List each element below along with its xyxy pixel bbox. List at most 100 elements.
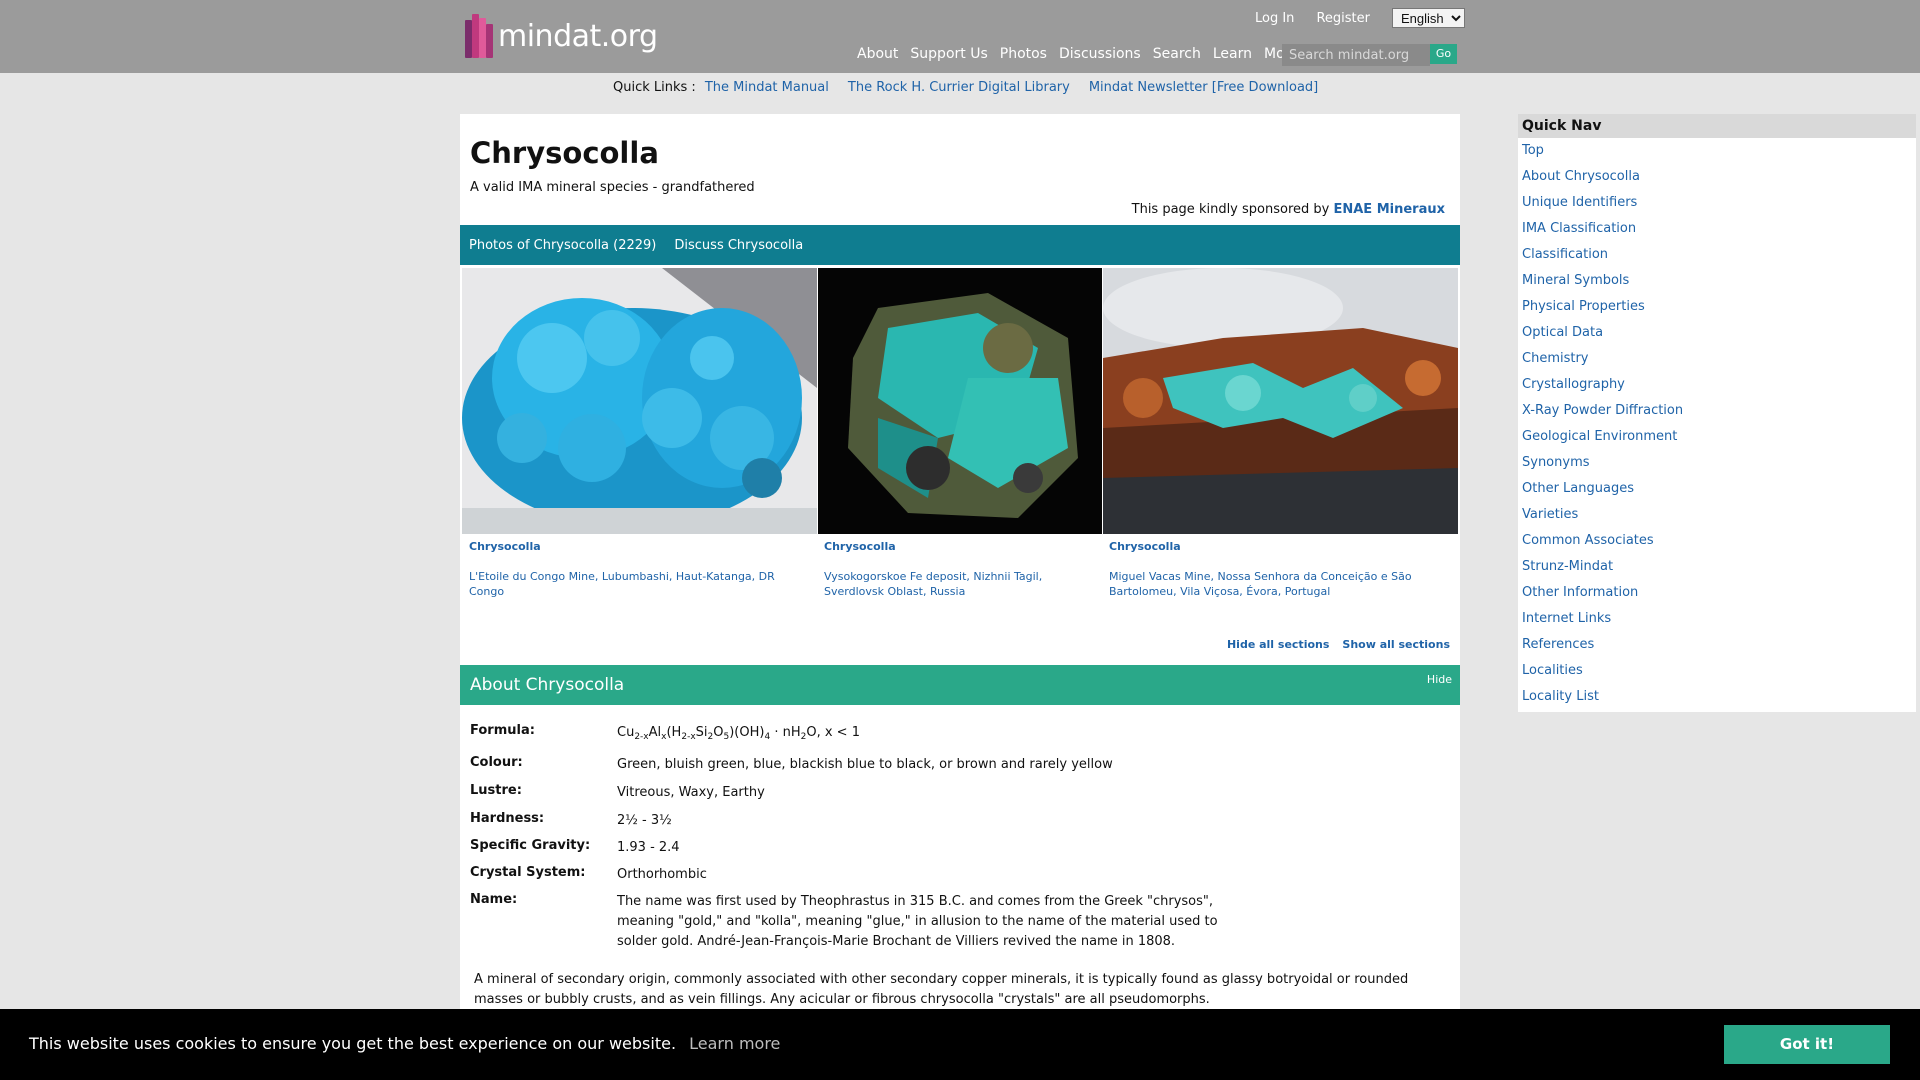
quick-nav-optical-data[interactable]: Optical Data — [1522, 325, 1603, 340]
quick-nav-chemistry[interactable]: Chemistry — [1522, 351, 1589, 366]
quick-nav-item[interactable]: Unique Identifiers — [1522, 190, 1916, 216]
quick-nav-top[interactable]: Top — [1522, 143, 1544, 158]
quick-nav-item[interactable]: Varieties — [1522, 502, 1916, 528]
mineral-page: Chrysocolla A valid IMA mineral species … — [460, 114, 1460, 1034]
quick-nav-item[interactable]: Physical Properties — [1522, 294, 1916, 320]
photo-2-title[interactable]: Chrysocolla — [824, 540, 1099, 553]
quick-links-label: Quick Links : — [613, 80, 696, 95]
quick-nav-item[interactable]: References — [1522, 632, 1916, 658]
name-value: The name was first used by Theophrastus … — [617, 894, 1218, 949]
quick-nav-references[interactable]: References — [1522, 637, 1594, 652]
hide-all-sections-link[interactable]: Hide all sections — [1227, 638, 1329, 651]
quick-nav-common-associates[interactable]: Common Associates — [1522, 533, 1654, 548]
cookie-message: This website uses cookies to ensure you … — [29, 1034, 677, 1053]
quick-nav-item[interactable]: Strunz-Mindat — [1522, 554, 1916, 580]
quick-nav-physical-properties[interactable]: Physical Properties — [1522, 299, 1645, 314]
quick-nav-item[interactable]: Localities — [1522, 658, 1916, 684]
photo-2[interactable] — [818, 268, 1102, 534]
quick-nav-item[interactable]: Locality List — [1522, 684, 1916, 710]
quick-nav-item[interactable]: Internet Links — [1522, 606, 1916, 632]
quick-nav-item[interactable]: Other Languages — [1522, 476, 1916, 502]
quick-nav-item[interactable]: Geological Environment — [1522, 424, 1916, 450]
quick-nav-item[interactable]: Common Associates — [1522, 528, 1916, 554]
quick-nav-item[interactable]: X-Ray Powder Diffraction — [1522, 398, 1916, 424]
page-title: Chrysocolla — [470, 136, 659, 170]
search-go-button[interactable]: Go — [1430, 44, 1457, 64]
show-all-sections-link[interactable]: Show all sections — [1342, 638, 1450, 651]
quick-nav-item[interactable]: Crystallography — [1522, 372, 1916, 398]
quick-nav-item[interactable]: Classification — [1522, 242, 1916, 268]
nav-photos[interactable]: Photos — [1000, 46, 1047, 62]
quick-nav-mineral-symbols[interactable]: Mineral Symbols — [1522, 273, 1629, 288]
nav-discussions[interactable]: Discussions — [1059, 46, 1141, 62]
sponsor-note: This page kindly sponsored by ENAE Miner… — [1132, 202, 1445, 217]
about-description: A mineral of secondary origin, commonly … — [474, 972, 1409, 1007]
quick-nav-crystallography[interactable]: Crystallography — [1522, 377, 1625, 392]
nav-learn[interactable]: Learn — [1213, 46, 1252, 62]
register-link[interactable]: Register — [1316, 11, 1370, 26]
search-input[interactable] — [1282, 44, 1430, 66]
quick-nav-item[interactable]: About Chrysocolla — [1522, 164, 1916, 190]
login-link[interactable]: Log In — [1255, 11, 1294, 26]
quick-nav-unique-identifiers[interactable]: Unique Identifiers — [1522, 195, 1637, 210]
nav-search[interactable]: Search — [1153, 46, 1201, 62]
photo-3-location[interactable]: Miguel Vacas Mine, Nossa Senhora da Conc… — [1109, 569, 1454, 599]
sponsor-text: This page kindly sponsored by — [1131, 202, 1330, 217]
colour-value: Green, bluish green, blue, blackish blue… — [617, 757, 1113, 772]
hardness-row: Hardness: 2½ - 3½ — [470, 811, 1257, 831]
nav-about[interactable]: About — [857, 46, 898, 62]
quick-nav-item[interactable]: Synonyms — [1522, 450, 1916, 476]
quick-nav-xray-powder-diffraction[interactable]: X-Ray Powder Diffraction — [1522, 403, 1683, 418]
photo-3-caption: Chrysocolla Miguel Vacas Mine, Nossa Sen… — [1109, 540, 1454, 599]
quick-nav-varieties[interactable]: Varieties — [1522, 507, 1578, 522]
quick-link-digital-library[interactable]: The Rock H. Currier Digital Library — [848, 80, 1070, 95]
quick-nav-localities[interactable]: Localities — [1522, 663, 1583, 678]
photo-1[interactable] — [462, 268, 817, 534]
photo-2-image — [818, 268, 1102, 534]
crystal-system-label: Crystal System: — [470, 865, 586, 880]
sponsor-link[interactable]: ENAE Mineraux — [1333, 202, 1445, 217]
specific-gravity-value: 1.93 - 2.4 — [617, 840, 680, 855]
quick-links-bar: Quick Links : The Mindat Manual The Rock… — [613, 80, 1318, 95]
quick-nav-item[interactable]: IMA Classification — [1522, 216, 1916, 242]
about-section-title: About Chrysocolla — [470, 675, 625, 695]
quick-nav-strunz-mindat[interactable]: Strunz-Mindat — [1522, 559, 1613, 574]
tab-photos[interactable]: Photos of Chrysocolla (2229) — [469, 238, 656, 253]
quick-nav-synonyms[interactable]: Synonyms — [1522, 455, 1590, 470]
photo-1-title[interactable]: Chrysocolla — [469, 540, 809, 553]
photo-3[interactable] — [1103, 268, 1458, 534]
colour-row: Colour: Green, bluish green, blue, black… — [470, 755, 1257, 775]
quick-nav: Quick Nav Top About Chrysocolla Unique I… — [1518, 114, 1916, 712]
quick-nav-geological-environment[interactable]: Geological Environment — [1522, 429, 1677, 444]
page-subtitle: A valid IMA mineral species - grandfathe… — [470, 180, 755, 195]
cookie-accept-button[interactable]: Got it! — [1724, 1025, 1890, 1064]
tab-discuss[interactable]: Discuss Chrysocolla — [674, 238, 803, 253]
quick-nav-item[interactable]: Mineral Symbols — [1522, 268, 1916, 294]
section-controls: Hide all sections Show all sections — [1227, 638, 1450, 651]
formula-row: Formula: Cu2-xAlx(H2-xSi2O5)(OH)4 · nH2O… — [470, 723, 1257, 747]
quick-nav-item[interactable]: Chemistry — [1522, 346, 1916, 372]
quick-nav-classification[interactable]: Classification — [1522, 247, 1608, 262]
quick-nav-other-languages[interactable]: Other Languages — [1522, 481, 1634, 496]
quick-link-newsletter[interactable]: Mindat Newsletter [Free Download] — [1089, 80, 1318, 95]
lustre-value: Vitreous, Waxy, Earthy — [617, 785, 765, 800]
quick-nav-internet-links[interactable]: Internet Links — [1522, 611, 1611, 626]
about-hide-link[interactable]: Hide — [1427, 673, 1452, 686]
quick-link-manual[interactable]: The Mindat Manual — [705, 80, 829, 95]
main-nav: About Support Us Photos Discussions Sear… — [857, 46, 1299, 62]
quick-nav-ima-classification[interactable]: IMA Classification — [1522, 221, 1636, 236]
quick-nav-item[interactable]: Other Information — [1522, 580, 1916, 606]
quick-nav-other-information[interactable]: Other Information — [1522, 585, 1638, 600]
cookie-learn-more-link[interactable]: Learn more — [689, 1034, 780, 1053]
hardness-label: Hardness: — [470, 811, 545, 826]
photo-2-location[interactable]: Vysokogorskoe Fe deposit, Nizhnii Tagil,… — [824, 569, 1099, 599]
quick-nav-item[interactable]: Top — [1522, 138, 1916, 164]
photo-3-title[interactable]: Chrysocolla — [1109, 540, 1454, 553]
quick-nav-about[interactable]: About Chrysocolla — [1522, 169, 1640, 184]
nav-support-us[interactable]: Support Us — [910, 46, 987, 62]
quick-nav-item[interactable]: Optical Data — [1522, 320, 1916, 346]
quick-nav-locality-list[interactable]: Locality List — [1522, 689, 1599, 704]
site-logo[interactable]: mindat.org — [465, 14, 658, 58]
photo-1-location[interactable]: L'Etoile du Congo Mine, Lubumbashi, Haut… — [469, 569, 809, 599]
language-select[interactable]: English — [1391, 8, 1465, 28]
